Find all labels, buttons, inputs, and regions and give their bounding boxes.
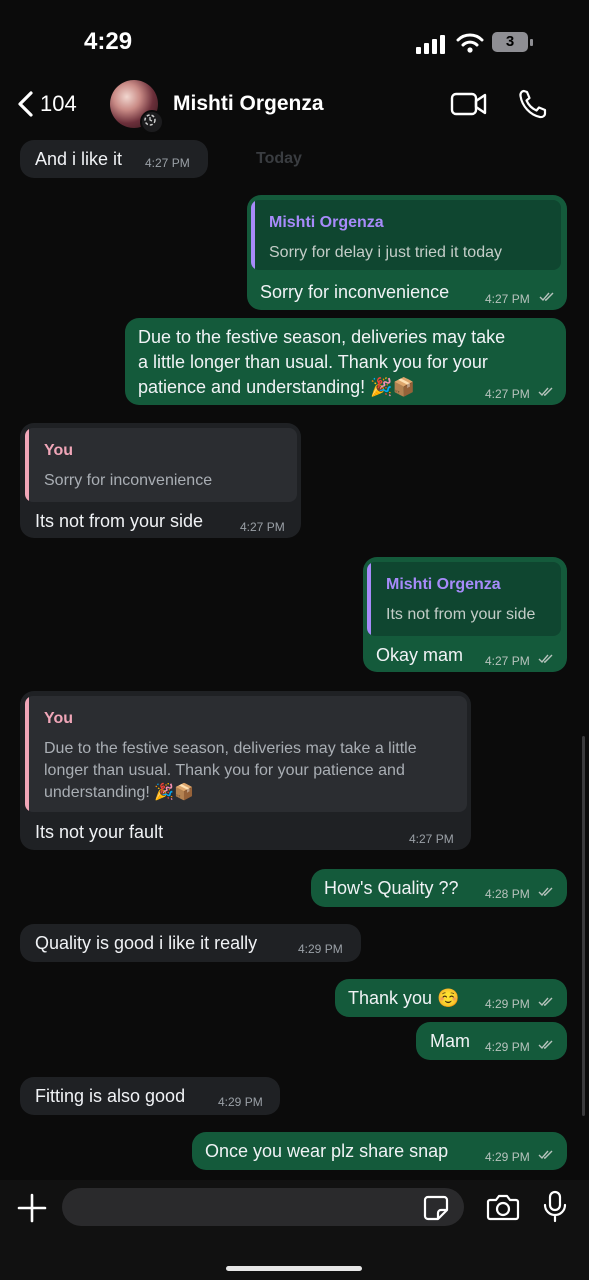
status-bar: 4:29 3 [0, 0, 589, 80]
read-receipt-icon [538, 1150, 553, 1160]
date-separator: Today [256, 150, 302, 167]
sticker-icon[interactable] [422, 1194, 450, 1222]
home-indicator [226, 1266, 362, 1271]
message-time: 4:27 PM [145, 156, 190, 170]
cellular-signal-icon [416, 35, 445, 54]
quoted-reply[interactable]: You Sorry for inconvenience [25, 428, 297, 502]
quoted-reply[interactable]: Mishti Orgenza Its not from your side [367, 562, 561, 636]
outgoing-message[interactable]: Mam 4:29 PM [416, 1022, 567, 1060]
microphone-icon[interactable] [542, 1190, 568, 1224]
read-receipt-icon [539, 292, 554, 302]
status-ring-icon [140, 110, 164, 134]
incoming-message[interactable]: Fitting is also good 4:29 PM [20, 1077, 280, 1115]
incoming-message[interactable]: You Sorry for inconvenience Its not from… [20, 423, 301, 538]
quoted-reply[interactable]: You Due to the festive season, deliverie… [25, 696, 467, 812]
read-receipt-icon [538, 997, 553, 1007]
message-time: 4:27 PM [485, 387, 530, 401]
incoming-message[interactable]: You Due to the festive season, deliverie… [20, 691, 471, 850]
clock: 4:29 [84, 28, 133, 55]
message-time: 4:29 PM [298, 942, 343, 956]
incoming-message[interactable]: And i like it 4:27 PM [20, 140, 208, 178]
message-time: 4:27 PM [485, 292, 530, 306]
scrollbar[interactable] [582, 736, 585, 1116]
wifi-icon [456, 33, 484, 53]
message-time: 4:28 PM [485, 887, 530, 901]
message-time: 4:27 PM [240, 520, 285, 534]
outgoing-message[interactable]: Once you wear plz share snap 4:29 PM [192, 1132, 567, 1170]
battery-icon: 3 [492, 32, 533, 54]
phone-icon[interactable] [518, 88, 548, 120]
read-receipt-icon [538, 654, 553, 664]
outgoing-message[interactable]: Mishti Orgenza Its not from your side Ok… [363, 557, 567, 672]
battery-level: 3 [505, 33, 515, 50]
message-time: 4:29 PM [485, 1150, 530, 1164]
unread-count: 104 [40, 91, 77, 116]
back-chevron-icon [18, 91, 33, 117]
camera-icon[interactable] [486, 1192, 520, 1222]
video-call-icon[interactable] [450, 90, 488, 118]
read-receipt-icon [538, 887, 553, 897]
message-time: 4:27 PM [485, 654, 530, 668]
message-time: 4:29 PM [485, 1040, 530, 1054]
outgoing-message[interactable]: Mishti Orgenza Sorry for delay i just tr… [247, 195, 567, 310]
back-button[interactable]: 104 [16, 88, 77, 120]
outgoing-message[interactable]: Thank you ☺️ 4:29 PM [335, 979, 567, 1017]
message-time: 4:29 PM [218, 1095, 263, 1109]
message-list[interactable]: And i like it 4:27 PM Today Mishti Orgen… [0, 136, 589, 1180]
outgoing-message[interactable]: Due to the festive season, deliveries ma… [125, 318, 566, 405]
message-input[interactable] [62, 1188, 464, 1226]
outgoing-message[interactable]: How's Quality ?? 4:28 PM [311, 869, 567, 907]
contact-name[interactable]: Mishti Orgenza [173, 92, 324, 116]
message-time: 4:27 PM [409, 832, 454, 846]
read-receipt-icon [538, 387, 553, 397]
chat-header: 104 Mishti Orgenza [0, 72, 589, 136]
message-composer [0, 1180, 589, 1280]
quoted-reply[interactable]: Mishti Orgenza Sorry for delay i just tr… [251, 200, 561, 270]
message-time: 4:29 PM [485, 997, 530, 1011]
read-receipt-icon [538, 1040, 553, 1050]
incoming-message[interactable]: Quality is good i like it really 4:29 PM [20, 924, 361, 962]
plus-icon[interactable] [16, 1192, 48, 1224]
